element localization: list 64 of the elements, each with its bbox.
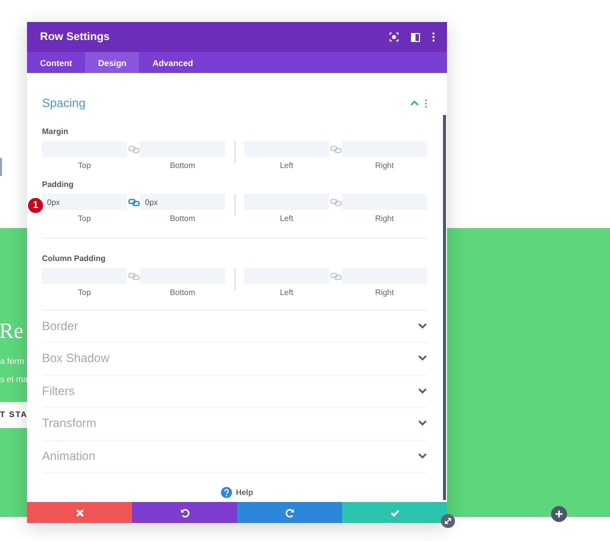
input-field[interactable]: [244, 268, 329, 284]
input-field[interactable]: 0px: [140, 194, 225, 210]
link-icon[interactable]: [128, 272, 140, 280]
help-link[interactable]: Help: [236, 488, 254, 498]
field-label: Bottom: [170, 213, 196, 224]
field-group-label: Padding: [42, 179, 75, 191]
tab[interactable]: Content: [27, 52, 86, 73]
field-group-label: Margin: [42, 126, 70, 138]
input-field[interactable]: [42, 141, 127, 157]
field-label: Bottom: [170, 287, 196, 298]
tab[interactable]: Design: [85, 52, 140, 73]
check-icon: [390, 508, 400, 518]
chevron-down-icon[interactable]: [418, 452, 427, 459]
input-field[interactable]: [244, 194, 329, 210]
field-label: Right: [375, 160, 394, 171]
field-label: Left: [280, 160, 294, 171]
link-icon[interactable]: [128, 144, 140, 154]
section-title[interactable]: Spacing: [42, 96, 404, 110]
redo-icon: [284, 508, 294, 518]
input-field[interactable]: [42, 268, 127, 284]
close-icon: [74, 508, 84, 518]
input-field[interactable]: [244, 141, 329, 157]
input-field[interactable]: [140, 141, 225, 157]
cursor-mark: [0, 158, 2, 176]
field-label: Top: [78, 160, 91, 171]
cancel-button[interactable]: [27, 502, 132, 523]
step-badge: 1: [28, 198, 43, 213]
field-label: Left: [280, 287, 294, 298]
body-text: a ferm: [0, 355, 24, 368]
input-field[interactable]: 0px: [42, 194, 127, 210]
sidebar-icon[interactable]: [411, 32, 420, 42]
scrollbar[interactable]: [443, 115, 446, 500]
field-label: Top: [78, 287, 91, 298]
input-field[interactable]: [342, 268, 427, 284]
chevron-up-icon[interactable]: [410, 100, 419, 106]
body-text: s et ma: [0, 373, 28, 386]
field-label: Top: [78, 213, 91, 224]
add-icon[interactable]: [551, 506, 567, 522]
chevron-down-icon[interactable]: [418, 355, 427, 362]
help-icon[interactable]: [220, 487, 232, 498]
input-field[interactable]: [342, 194, 427, 210]
field-group-label: Column Padding: [42, 253, 107, 265]
field-label: Bottom: [170, 160, 196, 171]
chevron-down-icon[interactable]: [418, 388, 427, 394]
more-icon[interactable]: [432, 32, 435, 42]
input-field[interactable]: [140, 268, 225, 284]
link-icon[interactable]: [330, 198, 342, 206]
resize-handle[interactable]: [441, 514, 455, 528]
link-icon[interactable]: [330, 272, 342, 280]
link-icon[interactable]: [330, 144, 342, 154]
call-to-action-button[interactable]: T STA: [0, 402, 27, 428]
expand-icon[interactable]: [389, 32, 399, 42]
link-icon[interactable]: [128, 198, 140, 206]
section-heading: Re: [0, 317, 24, 345]
chevron-down-icon[interactable]: [418, 323, 427, 329]
field-label: Left: [280, 213, 294, 224]
chevron-down-icon[interactable]: [418, 420, 427, 426]
tab[interactable]: Advanced: [139, 52, 206, 73]
input-field[interactable]: [342, 141, 427, 157]
redo-button[interactable]: [237, 502, 342, 523]
modal-title: Row Settings: [40, 31, 111, 43]
field-label: Right: [375, 287, 394, 298]
undo-icon: [180, 508, 190, 518]
field-label: Right: [375, 213, 394, 224]
